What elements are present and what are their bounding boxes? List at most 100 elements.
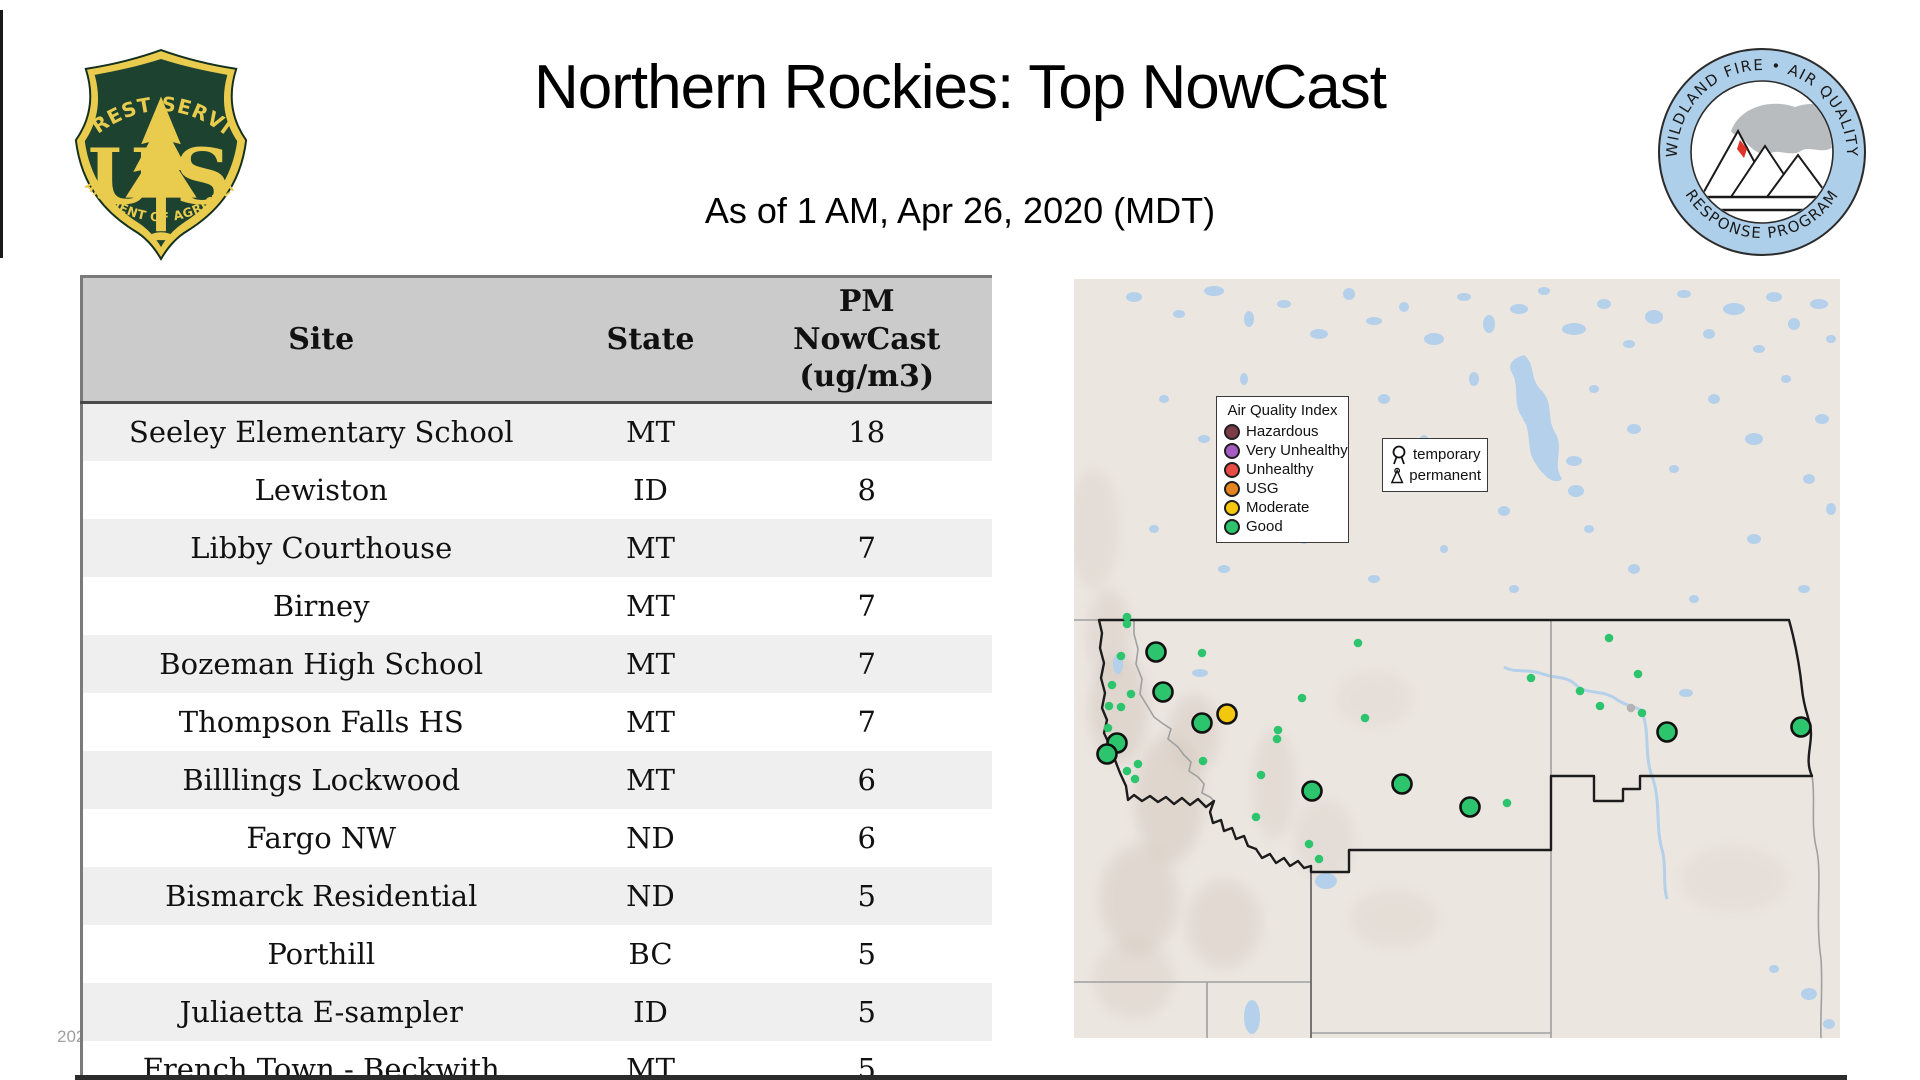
aqi-legend-label: Unhealthy xyxy=(1246,461,1314,478)
monitor-marker xyxy=(1117,652,1126,661)
monitor-marker xyxy=(1252,813,1261,822)
table-cell: Juliaetta E-sampler xyxy=(82,983,560,1041)
monitor-marker xyxy=(1198,649,1207,658)
monitor-marker xyxy=(1576,687,1585,696)
monitor-marker xyxy=(1147,643,1166,662)
monitor-marker xyxy=(1503,799,1512,808)
monitor-marker xyxy=(1123,767,1132,776)
aqi-legend-item: Hazardous xyxy=(1224,422,1341,441)
aqi-legend: Air Quality Index HazardousVery Unhealth… xyxy=(1216,396,1349,543)
nowcast-table: Site State PM NowCast (ug/m3) Seeley Ele… xyxy=(80,275,992,1080)
aqi-color-dot-icon xyxy=(1224,462,1240,478)
aqi-legend-item: Moderate xyxy=(1224,498,1341,517)
aqi-legend-label: Moderate xyxy=(1246,499,1309,516)
monitor-marker xyxy=(1273,735,1282,744)
monitor-marker xyxy=(1123,620,1132,629)
aqi-color-dot-icon xyxy=(1224,519,1240,535)
table-row: Libby CourthouseMT7 xyxy=(82,519,993,577)
aqi-color-dot-icon xyxy=(1224,481,1240,497)
table-cell: MT xyxy=(560,635,742,693)
monitor-marker xyxy=(1361,714,1370,723)
table-cell: MT xyxy=(560,693,742,751)
table-cell: MT xyxy=(560,519,742,577)
monitor-marker xyxy=(1257,771,1266,780)
table-cell: BC xyxy=(560,925,742,983)
aqi-legend-label: USG xyxy=(1246,480,1279,497)
aqi-color-dot-icon xyxy=(1224,424,1240,440)
monitor-marker xyxy=(1298,694,1307,703)
aqi-legend-title: Air Quality Index xyxy=(1224,402,1341,419)
table-cell: ND xyxy=(560,809,742,867)
table-row: LewistonID8 xyxy=(82,461,993,519)
legend-item-temporary: temporary xyxy=(1389,444,1481,465)
table-cell: 7 xyxy=(742,577,993,635)
table-cell: 8 xyxy=(742,461,993,519)
monitor-marker xyxy=(1658,723,1677,742)
legend-label-temporary: temporary xyxy=(1413,446,1481,463)
monitor-marker xyxy=(1792,718,1811,737)
monitor-marker xyxy=(1117,703,1126,712)
aqi-legend-item: Very Unhealthy xyxy=(1224,441,1341,460)
monitor-marker xyxy=(1218,705,1237,724)
monitor-marker xyxy=(1634,670,1643,679)
table-cell: Seeley Elementary School xyxy=(82,403,560,461)
table-cell: 7 xyxy=(742,519,993,577)
page-subtitle: As of 1 AM, Apr 26, 2020 (MDT) xyxy=(0,190,1920,232)
circle-monitor-icon xyxy=(1389,444,1409,466)
monitor-type-legend: temporary permanent xyxy=(1382,438,1488,492)
table-cell: 7 xyxy=(742,693,993,751)
table-cell: 7 xyxy=(742,635,993,693)
table-cell: Thompson Falls HS xyxy=(82,693,560,751)
aqi-map: Air Quality Index HazardousVery Unhealth… xyxy=(1074,279,1840,1038)
table-cell: MT xyxy=(560,403,742,461)
page-title: Northern Rockies: Top NowCast xyxy=(0,52,1920,123)
slide-bottom-bar xyxy=(75,1075,1847,1080)
monitor-marker xyxy=(1596,702,1605,711)
table-cell: ID xyxy=(560,461,742,519)
table-cell: Porthill xyxy=(82,925,560,983)
table-row: Bozeman High SchoolMT7 xyxy=(82,635,993,693)
monitor-marker xyxy=(1193,714,1212,733)
table-row: Bismarck ResidentialND5 xyxy=(82,867,993,925)
table-cell: 5 xyxy=(742,925,993,983)
table-cell: ID xyxy=(560,983,742,1041)
monitor-marker xyxy=(1303,782,1322,801)
monitor-marker xyxy=(1134,760,1143,769)
wfaqrp-logo: WILDLAND FIRE • AIR QUALITY RESPONSE PRO… xyxy=(1655,45,1869,259)
table-cell: Lewiston xyxy=(82,461,560,519)
monitor-marker xyxy=(1154,683,1173,702)
table-cell: Libby Courthouse xyxy=(82,519,560,577)
monitor-marker xyxy=(1104,724,1113,733)
col-header-pm-nowcast: PM NowCast (ug/m3) xyxy=(742,277,993,403)
table-cell: Fargo NW xyxy=(82,809,560,867)
table-cell: 5 xyxy=(742,983,993,1041)
monitor-marker xyxy=(1131,775,1140,784)
monitor-marker xyxy=(1108,681,1117,690)
col-header-state: State xyxy=(560,277,742,403)
monitor-marker xyxy=(1274,726,1283,735)
aqi-color-dot-icon xyxy=(1224,500,1240,516)
monitor-marker xyxy=(1105,702,1114,711)
monitor-marker xyxy=(1315,855,1324,864)
nowcast-table-container: Site State PM NowCast (ug/m3) Seeley Ele… xyxy=(80,275,992,1080)
table-cell: Bismarck Residential xyxy=(82,867,560,925)
aqi-legend-item: USG xyxy=(1224,479,1341,498)
legend-label-permanent: permanent xyxy=(1409,467,1481,484)
triangle-monitor-icon xyxy=(1389,465,1405,487)
table-cell: 6 xyxy=(742,751,993,809)
table-cell: MT xyxy=(560,577,742,635)
monitor-marker xyxy=(1127,690,1136,699)
legend-item-permanent: permanent xyxy=(1389,465,1481,486)
aqi-legend-label: Very Unhealthy xyxy=(1246,442,1348,459)
aqi-legend-item: Good xyxy=(1224,517,1341,536)
col-header-site: Site xyxy=(82,277,560,403)
table-row: Fargo NWND6 xyxy=(82,809,993,867)
monitor-marker xyxy=(1098,745,1117,764)
table-row: Seeley Elementary SchoolMT18 xyxy=(82,403,993,461)
table-cell: 18 xyxy=(742,403,993,461)
table-header-row: Site State PM NowCast (ug/m3) xyxy=(82,277,993,403)
monitor-marker xyxy=(1605,634,1614,643)
monitor-marker xyxy=(1627,704,1636,713)
table-row: Thompson Falls HSMT7 xyxy=(82,693,993,751)
table-row: Billlings LockwoodMT6 xyxy=(82,751,993,809)
